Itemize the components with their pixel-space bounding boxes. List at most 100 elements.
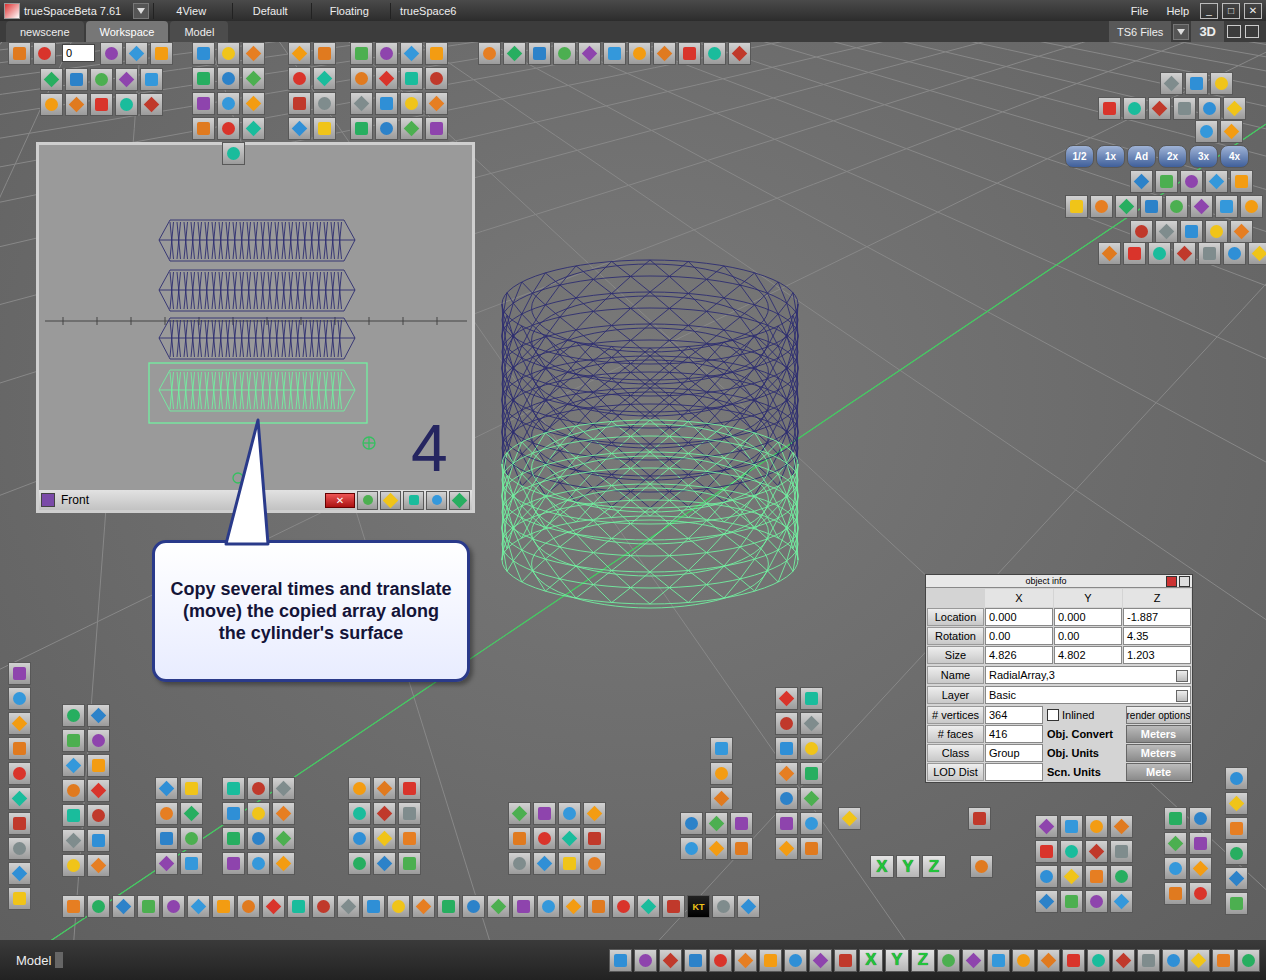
tool-button[interactable] [65,93,88,116]
axis-button[interactable]: X [859,949,883,972]
tool-button[interactable] [272,777,295,800]
tool-button[interactable] [272,852,295,875]
stat-value[interactable]: 364 [985,706,1043,724]
tool-button[interactable] [62,895,85,918]
tool-button[interactable] [710,737,733,760]
tool-button[interactable] [217,67,240,90]
zoom-button[interactable]: 3x [1189,145,1218,168]
tool-button[interactable] [1140,195,1163,218]
tool-button[interactable] [703,42,726,65]
tool-button[interactable] [462,895,485,918]
tool-button[interactable] [1110,865,1133,888]
3d-viewport[interactable]: 01/21xAd2x3x4xXYZKT4Front✕Copy several t… [0,42,1266,940]
tool-button[interactable] [115,93,138,116]
tool-button[interactable] [508,852,531,875]
tool-button[interactable] [1098,242,1121,265]
tool-button[interactable] [222,827,245,850]
zoom-button[interactable]: 2x [1158,145,1187,168]
tool-button[interactable] [834,949,857,972]
tool-button[interactable] [1190,195,1213,218]
tool-button[interactable] [1085,865,1108,888]
window-control[interactable]: □ [1222,3,1240,19]
tool-button[interactable] [1187,949,1210,972]
tool-button[interactable] [533,827,556,850]
tool-button[interactable] [62,754,85,777]
tool-button[interactable] [1155,170,1178,193]
tool-button[interactable] [217,42,240,65]
tool-button[interactable] [705,837,728,860]
tool-button[interactable] [712,895,735,918]
minimize-button[interactable] [1166,576,1177,587]
tool-button[interactable] [1225,817,1248,840]
panel-title-bar[interactable]: object info [926,575,1192,588]
tool-button[interactable] [180,827,203,850]
window-control[interactable]: _ [1200,3,1218,19]
tool-button[interactable] [272,827,295,850]
tool-button[interactable] [1185,72,1208,95]
tool-button[interactable] [1148,242,1171,265]
close-button[interactable]: ✕ [325,493,355,508]
tool-button[interactable] [759,949,782,972]
tool-button[interactable] [1085,815,1108,838]
tool-button[interactable] [1035,865,1058,888]
tool-button[interactable] [247,777,270,800]
tool-button[interactable] [375,117,398,140]
tool-button[interactable] [968,807,991,830]
tool-button[interactable] [478,42,501,65]
tool-button[interactable] [350,92,373,115]
tool-button[interactable] [437,895,460,918]
tool-button[interactable] [678,42,701,65]
files-button[interactable]: TS6 Files [1109,21,1171,42]
tool-button[interactable] [1115,195,1138,218]
tool-button[interactable] [162,895,185,918]
tool-button[interactable] [1130,170,1153,193]
tool-button[interactable] [503,42,526,65]
tool-button[interactable] [1210,72,1233,95]
tool-button[interactable] [1130,220,1153,243]
tool-button[interactable] [970,855,993,878]
tool-button[interactable] [387,895,410,918]
tool-button[interactable] [400,42,423,65]
tool-button[interactable] [350,67,373,90]
tool-button[interactable] [1035,815,1058,838]
tool-button[interactable] [90,93,113,116]
value-field[interactable]: 4.802 [1054,646,1122,664]
tool-button[interactable] [553,42,576,65]
tool-button[interactable] [1085,840,1108,863]
tool-button[interactable] [237,895,260,918]
tool-button[interactable] [180,802,203,825]
name-field[interactable]: RadialArray,3 [985,666,1191,684]
tool-button[interactable] [222,802,245,825]
tool-button[interactable] [728,42,751,65]
tool-button[interactable] [65,68,88,91]
tool-button[interactable] [537,895,560,918]
menu-item[interactable]: File [1124,3,1156,19]
value-field[interactable]: 4.826 [985,646,1053,664]
tool-button[interactable] [662,895,685,918]
tool-button[interactable] [87,704,110,727]
tool-button[interactable] [373,802,396,825]
tool-button[interactable] [288,92,311,115]
tool-button[interactable] [242,67,265,90]
tool-button[interactable] [1087,949,1110,972]
axis-button[interactable]: X [870,855,894,878]
tool-button[interactable] [775,687,798,710]
tool-button[interactable] [533,852,556,875]
tool-button[interactable] [1060,865,1083,888]
tool-button[interactable] [62,729,85,752]
tool-button[interactable] [1230,170,1253,193]
tool-button[interactable] [247,852,270,875]
tool-button[interactable] [125,42,148,65]
tool-button[interactable] [87,854,110,877]
tool-button[interactable] [192,42,215,65]
tool-button[interactable] [100,42,123,65]
tool-button[interactable] [800,812,823,835]
tool-button[interactable] [8,762,31,785]
tool-button[interactable] [508,802,531,825]
tool-button[interactable] [775,787,798,810]
stat-value[interactable]: 416 [985,725,1043,743]
tool-button[interactable] [533,802,556,825]
tool-button[interactable] [425,67,448,90]
tool-button[interactable] [137,895,160,918]
tool-button[interactable] [1090,195,1113,218]
